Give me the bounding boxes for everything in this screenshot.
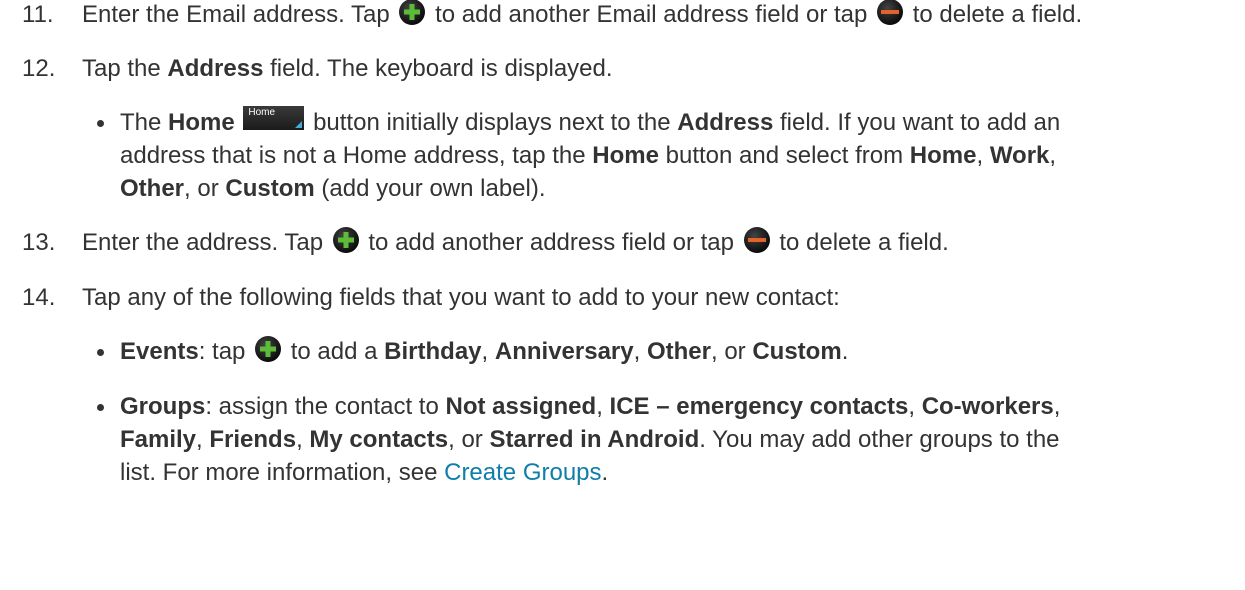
text: , — [196, 426, 203, 453]
text: , — [596, 393, 603, 420]
line: list. For more information, see Create G… — [120, 456, 1237, 489]
home-button-label: Home — [248, 107, 276, 118]
text: list. For more information, see — [120, 459, 438, 486]
bold-term: Home — [168, 109, 235, 136]
plus-circle-icon — [332, 226, 360, 254]
text: , — [633, 338, 641, 365]
text: . — [601, 459, 609, 486]
bold-term: Other — [646, 338, 711, 365]
text: , — [1049, 142, 1057, 169]
bold-term: Friends — [209, 426, 297, 453]
text: field. If you want to add an — [780, 109, 1061, 136]
text: , or — [184, 175, 219, 202]
text: Tap the — [82, 55, 161, 82]
dropdown-corner-icon — [295, 121, 303, 128]
create-groups-link[interactable]: Create Groups — [444, 459, 601, 486]
bullet-text: The Home Home button initially displays … — [120, 106, 1237, 205]
text: to add a — [290, 338, 378, 365]
home-label-button: Home — [243, 106, 305, 130]
bold-term: Address — [677, 109, 774, 136]
text: , or — [448, 426, 483, 453]
line: The Home Home button initially displays … — [120, 106, 1237, 139]
text: , — [976, 142, 984, 169]
bold-term: Family — [120, 426, 197, 453]
text: to delete a field. — [779, 229, 949, 256]
step-number: 14. — [22, 284, 56, 311]
bullet-dot — [97, 349, 104, 356]
text: , — [908, 393, 916, 420]
bold-term: Other — [120, 175, 185, 202]
bold-term: Anniversary — [494, 338, 634, 365]
plus-circle-icon — [398, 0, 426, 26]
document-page: 11. Enter the Email address. Tap to add … — [0, 0, 1245, 590]
plus-circle-icon — [254, 335, 282, 363]
bullet-dot — [97, 120, 104, 127]
bold-term: Home — [592, 142, 659, 169]
line: address that is not a Home address, tap … — [120, 139, 1237, 172]
step-text: Tap the Address field. The keyboard is d… — [82, 52, 1237, 85]
bold-term: Custom — [225, 175, 315, 202]
bold-term: My contacts — [309, 426, 449, 453]
step-number: 13. — [22, 229, 56, 256]
bold-term: Address — [167, 55, 264, 82]
text: to add another Email address field or ta… — [435, 1, 868, 28]
text: , or — [710, 338, 746, 365]
text: address that is not a Home address, tap … — [120, 142, 586, 169]
text: . You may add other groups to the — [699, 426, 1060, 453]
bullet-text: Events: tap to add a Birthday, Anniversa… — [120, 335, 1237, 368]
bold-term: Events — [120, 338, 199, 365]
text: button initially displays next to the — [313, 109, 671, 136]
line: Family, Friends, My contacts, or Starred… — [120, 423, 1237, 456]
bold-term: ICE – emergency contacts — [609, 393, 909, 420]
text: , — [296, 426, 303, 453]
step-number: 12. — [22, 55, 56, 82]
bullet-dot — [97, 404, 104, 411]
text: to add another address field or tap — [368, 229, 734, 256]
bold-term: Starred in Android — [489, 426, 700, 453]
bold-term: Birthday — [384, 338, 482, 365]
step-text: Enter the Email address. Tap to add anot… — [82, 0, 1237, 31]
text: Enter the address. Tap — [82, 229, 324, 256]
text: : tap — [198, 338, 246, 365]
text: , — [1053, 393, 1061, 420]
step-text: Enter the address. Tap to add another ad… — [82, 226, 1237, 259]
text: , — [481, 338, 489, 365]
minus-circle-icon — [743, 226, 771, 254]
minus-circle-icon — [876, 0, 904, 26]
bullet-text: Groups: assign the contact to Not assign… — [120, 390, 1237, 489]
text: Enter the Email address. Tap — [82, 1, 390, 28]
text: (add your own label). — [321, 175, 546, 202]
text: field. The keyboard is displayed. — [270, 55, 613, 82]
bold-term: Co-workers — [921, 393, 1054, 420]
bold-term: Work — [989, 142, 1050, 169]
bold-term: Not assigned — [445, 393, 597, 420]
bold-term: Groups — [120, 393, 206, 420]
text: The — [120, 109, 162, 136]
text: . — [841, 338, 849, 365]
text: button and select from — [665, 142, 904, 169]
text: to delete a field. — [912, 1, 1083, 28]
line: Other, or Custom (add your own label). — [120, 172, 1237, 205]
bold-term: Custom — [752, 338, 842, 365]
line: Groups: assign the contact to Not assign… — [120, 390, 1237, 423]
step-number: 11. — [22, 1, 54, 28]
bold-term: Home — [909, 142, 977, 169]
step-text: Tap any of the following fields that you… — [82, 284, 840, 311]
text: : assign the contact to — [205, 393, 439, 420]
